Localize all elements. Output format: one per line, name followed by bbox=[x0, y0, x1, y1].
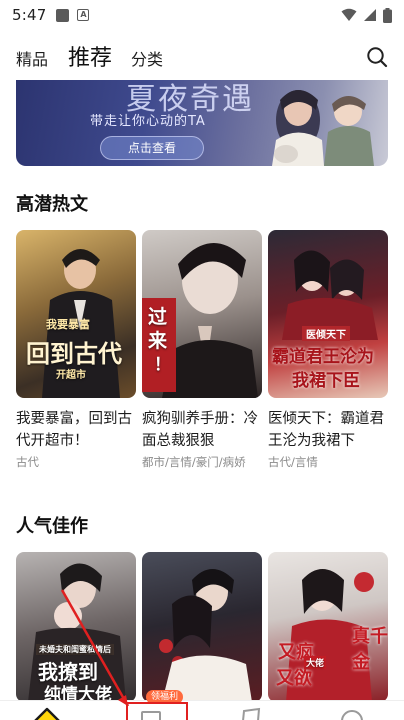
cover-text: 医倾天下 bbox=[302, 326, 350, 341]
book-cover[interactable]: 医倾天下 霸道君王沦为 我裙下臣 bbox=[268, 230, 388, 398]
search-icon[interactable] bbox=[366, 46, 388, 68]
book-card[interactable]: 又疯 又欲 真千金 大佬 bbox=[268, 552, 388, 702]
book-card[interactable]: 医倾天下 霸道君王沦为 我裙下臣 医倾天下：霸道君王沦为我裙下 古代/言情 bbox=[268, 230, 388, 470]
cover-art bbox=[159, 569, 252, 702]
cover-text: 开超市 bbox=[56, 370, 86, 381]
cover-text: 来 bbox=[148, 330, 168, 352]
wifi-icon bbox=[341, 8, 357, 21]
section-title-hot-text: 高潜热文 bbox=[16, 194, 88, 215]
book-cover[interactable] bbox=[142, 552, 262, 702]
book-cover[interactable]: 过 来 ！ bbox=[142, 230, 262, 398]
book-card[interactable]: 过 来 ！ 疯狗驯养手册：冷面总裁狠狠 都市/言情/豪门/病娇 bbox=[142, 230, 262, 470]
book-cover[interactable]: 未婚夫和闺蜜私情后 我撩到 纯情大佬 bbox=[16, 552, 136, 702]
cover-text: 真千金 bbox=[352, 626, 388, 673]
cover-text: ！ bbox=[154, 355, 171, 375]
status-time: 5:47 bbox=[12, 6, 47, 24]
book-tags: 古代 bbox=[16, 455, 39, 469]
bottom-nav bbox=[0, 700, 404, 720]
cover-text: 大佬 bbox=[304, 656, 327, 669]
cover-text: 霸道君王沦为 bbox=[272, 347, 374, 367]
book-card[interactable]: 未婚夫和闺蜜私情后 我撩到 纯情大佬 bbox=[16, 552, 136, 702]
bookshelf-icon[interactable] bbox=[240, 707, 262, 720]
cover-text: 纯情大佬 bbox=[44, 685, 112, 702]
cover-text: 我裙下臣 bbox=[292, 371, 360, 391]
cover-text: 未婚夫和闺蜜私情后 bbox=[36, 644, 114, 655]
tab-recommend[interactable]: 推荐 bbox=[68, 40, 112, 72]
book-cover[interactable]: 又疯 又欲 真千金 大佬 bbox=[268, 552, 388, 702]
profile-icon[interactable] bbox=[340, 707, 364, 720]
cover-text: 过 bbox=[148, 306, 168, 328]
book-tags: 都市/言情/豪门/病娇 bbox=[142, 455, 246, 469]
banner-view-button[interactable]: 点击查看 bbox=[100, 136, 204, 160]
cover-text: 我要暴富 bbox=[46, 318, 90, 331]
book-title[interactable]: 疯狗驯养手册：冷面总裁狠狠 bbox=[142, 408, 262, 452]
notification-icon bbox=[56, 8, 70, 22]
book-cover[interactable]: 我要暴富 回到古代 开超市 bbox=[16, 230, 136, 398]
promo-banner[interactable]: 夏夜奇遇 带走让你心动的TA 点击查看 bbox=[16, 80, 388, 166]
tab-premium[interactable]: 精品 bbox=[16, 46, 48, 70]
book-title[interactable]: 我要暴富，回到古代开超市！ bbox=[16, 408, 136, 452]
book-card[interactable] bbox=[142, 552, 262, 702]
signal-icon bbox=[364, 9, 376, 21]
section-title-popular-text: 人气佳作 bbox=[16, 516, 88, 537]
top-nav: 精品 推荐 分类 bbox=[0, 38, 404, 78]
banner-subtitle: 带走让你心动的TA bbox=[90, 114, 206, 129]
book-card[interactable]: 我要暴富 回到古代 开超市 我要暴富，回到古代开超市！ 古代 bbox=[16, 230, 136, 470]
cover-text: 回到古代 bbox=[26, 339, 122, 368]
section-title-popular: 人气佳作 bbox=[16, 512, 88, 538]
battery-icon bbox=[383, 7, 392, 23]
tap-annotation-box bbox=[126, 702, 188, 720]
book-title[interactable]: 医倾天下：霸道君王沦为我裙下 bbox=[268, 408, 388, 452]
home-icon[interactable] bbox=[32, 705, 62, 720]
book-tags: 古代/言情 bbox=[268, 455, 318, 469]
status-bar: 5:47 A bbox=[0, 0, 404, 30]
section-title-hot: 高潜热文 bbox=[16, 190, 88, 216]
app-notification-icon: A bbox=[77, 9, 90, 21]
tab-category[interactable]: 分类 bbox=[131, 46, 163, 70]
